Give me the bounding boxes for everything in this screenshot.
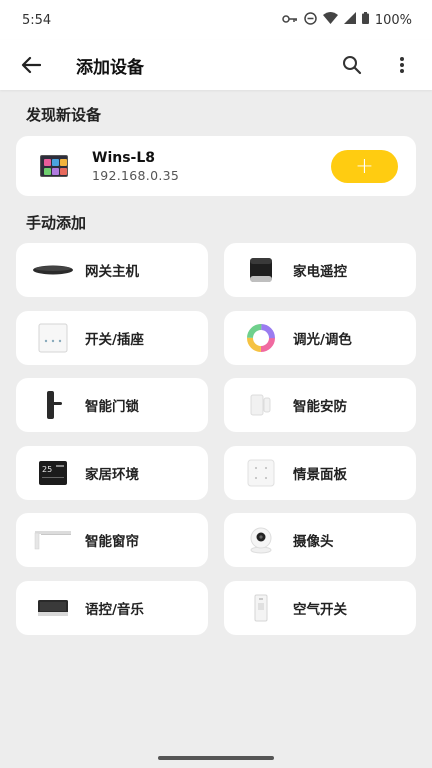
tile-label: 语控/音乐 xyxy=(85,601,144,618)
tile-home-environment[interactable]: 25 家居环境 xyxy=(16,445,208,500)
switch-panel-icon xyxy=(30,321,76,355)
gateway-icon xyxy=(30,253,76,287)
page-title: 添加设备 xyxy=(76,57,144,78)
tile-label: 智能窗帘 xyxy=(85,534,139,550)
wifi-icon xyxy=(322,12,338,28)
manual-device-grid: 网关主机 家电遥控 开关/插座 调光/调色 智能门锁 智能安防 25 家居环境 … xyxy=(16,243,416,635)
thermostat-icon: 25 xyxy=(30,456,76,490)
back-button[interactable] xyxy=(16,50,46,80)
more-vertical-icon xyxy=(400,57,404,73)
tile-switch-socket[interactable]: 开关/插座 xyxy=(16,310,208,365)
camera-icon xyxy=(238,523,284,557)
tile-label: 调光/调色 xyxy=(293,331,352,348)
tile-label: 家居环境 xyxy=(85,466,139,483)
plus-icon: + xyxy=(355,153,374,179)
curtain-icon xyxy=(30,523,76,557)
status-bar: 5:54 100% xyxy=(0,0,432,40)
status-icons: 100% xyxy=(282,11,412,29)
home-indicator[interactable] xyxy=(158,756,274,760)
discovered-device-card: Wins-L8 192.168.0.35 + xyxy=(16,136,416,196)
more-options-button[interactable] xyxy=(390,53,414,77)
voice-music-panel-icon xyxy=(30,591,76,625)
vpn-key-icon xyxy=(282,13,298,28)
battery-icon xyxy=(361,12,369,28)
app-bar: 添加设备 xyxy=(0,40,432,90)
tile-air-switch[interactable]: 空气开关 xyxy=(224,580,416,635)
device-name: Wins-L8 xyxy=(92,149,156,166)
search-icon xyxy=(343,56,362,75)
device-ip: 192.168.0.35 xyxy=(92,167,180,183)
tile-security[interactable]: 智能安防 xyxy=(224,378,416,432)
tile-ir-remote[interactable]: 家电遥控 xyxy=(224,243,416,297)
circuit-breaker-icon xyxy=(238,591,284,625)
security-sensor-icon xyxy=(238,388,284,422)
tile-smart-curtain[interactable]: 智能窗帘 xyxy=(16,513,208,567)
door-lock-icon xyxy=(30,388,76,422)
signal-icon xyxy=(343,12,356,28)
tile-scene-panel[interactable]: 情景面板 xyxy=(224,445,416,500)
tile-camera[interactable]: 摄像头 xyxy=(224,513,416,567)
scene-panel-icon xyxy=(238,456,284,490)
tile-voice-music[interactable]: 语控/音乐 xyxy=(16,580,208,635)
svg-text:25: 25 xyxy=(42,465,52,474)
search-button[interactable] xyxy=(340,53,364,77)
tile-door-lock[interactable]: 智能门锁 xyxy=(16,378,208,432)
color-ring-icon xyxy=(238,321,284,355)
tile-label: 网关主机 xyxy=(85,264,139,280)
add-device-button[interactable]: + xyxy=(331,149,398,183)
tile-label: 智能门锁 xyxy=(85,399,139,415)
arrow-left-icon xyxy=(21,56,41,74)
tile-label: 摄像头 xyxy=(293,534,334,550)
tile-gateway[interactable]: 网关主机 xyxy=(16,243,208,297)
dnd-icon xyxy=(304,11,317,29)
discovered-section-title: 发现新设备 xyxy=(26,106,102,124)
tile-label: 空气开关 xyxy=(293,601,347,618)
manual-section-title: 手动添加 xyxy=(26,214,87,232)
battery-level: 100% xyxy=(374,12,412,28)
tile-label: 家电遥控 xyxy=(293,264,347,280)
tile-dimming-color[interactable]: 调光/调色 xyxy=(224,310,416,365)
tile-label: 情景面板 xyxy=(293,466,347,483)
smart-panel-thumb-icon xyxy=(40,155,68,177)
ir-remote-icon xyxy=(238,253,284,287)
tile-label: 智能安防 xyxy=(293,399,347,415)
tile-label: 开关/插座 xyxy=(85,331,144,348)
status-time: 5:54 xyxy=(22,12,52,28)
